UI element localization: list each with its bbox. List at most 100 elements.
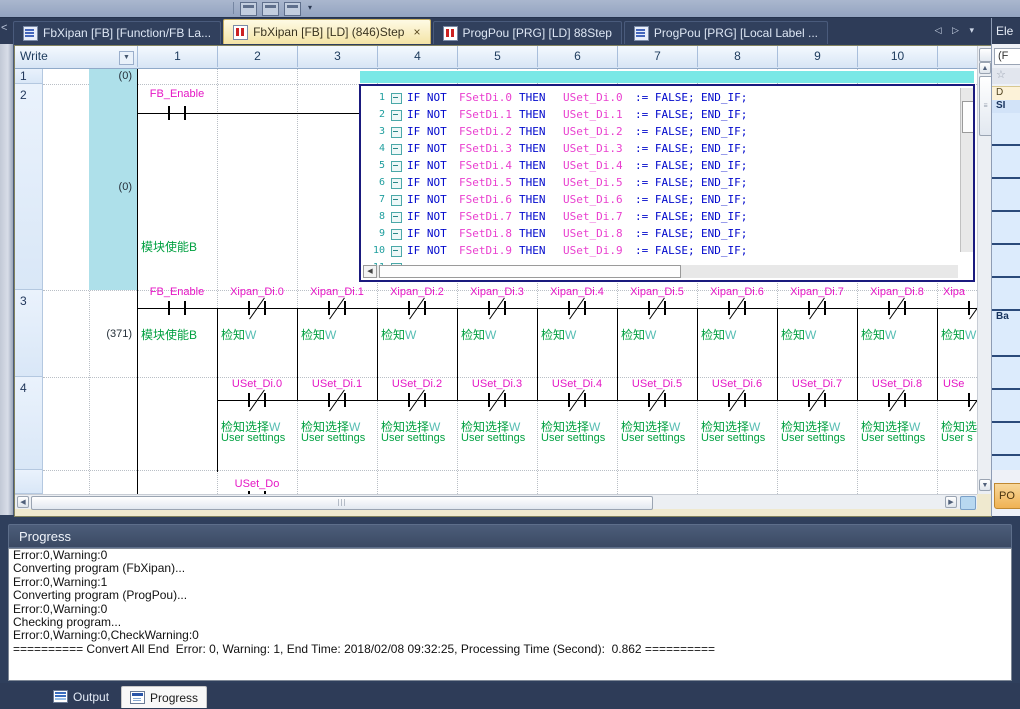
save-edit-icon[interactable] [284, 2, 301, 16]
st-code-line[interactable]: 4IF NOTFSetDi.3THENUSet_Di.3:= FALSE;END… [361, 141, 973, 158]
device-label[interactable]: FB_Enable [139, 88, 215, 100]
device-label[interactable]: USet_Do [219, 478, 295, 490]
device-label[interactable]: Xipan_Di.6 [699, 286, 775, 298]
device-label[interactable]: Xipan_Di.8 [859, 286, 935, 298]
st-keyword: END_IF; [701, 244, 747, 257]
row-number-cell[interactable]: 1 [15, 68, 43, 84]
st-assignment: := FALSE; [635, 159, 695, 172]
ladder-vertical-scrollbar[interactable]: ▲≡▼ [977, 46, 992, 494]
device-label[interactable]: Xipan_Di.5 [619, 286, 695, 298]
device-label[interactable]: USet_Di.1 [299, 378, 375, 390]
scroll-up-icon[interactable]: ▲ [979, 62, 991, 74]
device-label[interactable]: USet_Di.0 [219, 378, 295, 390]
st-code-line[interactable]: 1IF NOTFSetDi.0THENUSet_Di.0:= FALSE;END… [361, 90, 973, 107]
st-assignment: := FALSE; [635, 142, 695, 155]
document-tab[interactable]: FbXipan [FB] [Function/FB La... [13, 21, 221, 44]
st-fold-icon[interactable] [391, 127, 402, 138]
device-comment-text: 检知 [941, 328, 965, 342]
st-code-line[interactable]: 6IF NOTFSetDi.5THENUSet_Di.5:= FALSE;END… [361, 175, 973, 192]
st-keyword: THEN [519, 227, 546, 240]
device-label[interactable]: USet_Di.2 [379, 378, 455, 390]
device-label[interactable]: Xipan_Di.3 [459, 286, 535, 298]
element-list-rows[interactable] [992, 324, 1020, 470]
docked-panel-edge[interactable] [0, 44, 14, 515]
st-fold-icon[interactable] [391, 195, 402, 206]
st-code-line[interactable]: 7IF NOTFSetDi.6THENUSet_Di.6:= FALSE;END… [361, 192, 973, 209]
edit-mode-dropdown[interactable]: ▼ [119, 51, 134, 65]
st-code-line[interactable]: 9IF NOTFSetDi.8THENUSet_Di.8:= FALSE;END… [361, 226, 973, 243]
device-label[interactable]: USet_Di.5 [619, 378, 695, 390]
dock-tab-progress[interactable]: Progress [121, 686, 207, 708]
pane-splitter[interactable] [960, 496, 976, 510]
switch-window-icon[interactable] [262, 2, 279, 16]
st-code-line[interactable]: 5IF NOTFSetDi.4THENUSet_Di.4:= FALSE;END… [361, 158, 973, 175]
hscroll-thumb[interactable]: ||| [31, 496, 653, 510]
st-keyword: THEN [519, 159, 546, 172]
device-comment: 检知W [701, 326, 736, 343]
dock-tab-output[interactable]: Output [45, 686, 117, 707]
device-label[interactable]: USet_Di.8 [859, 378, 935, 390]
favorite-star-icon[interactable]: ☆ [992, 68, 1020, 84]
contact-bar [968, 393, 970, 407]
pou-list-tab[interactable]: PO [994, 483, 1020, 509]
scroll-down-icon[interactable]: ▼ [979, 479, 991, 491]
row-number-cell[interactable] [15, 470, 43, 494]
close-icon[interactable]: × [413, 25, 420, 39]
toolbar-overflow-icon[interactable]: ▾ [308, 3, 312, 12]
device-label[interactable]: USe [943, 378, 977, 390]
device-label[interactable]: FB_Enable [139, 286, 215, 298]
st-horizontal-scrollbar[interactable]: ◀ [363, 265, 958, 278]
contact-bar [168, 301, 170, 315]
dock-tab-label: Output [73, 690, 109, 704]
st-code-line[interactable]: 2IF NOTFSetDi.1THENUSet_Di.1:= FALSE;END… [361, 107, 973, 124]
st-fold-icon[interactable] [391, 246, 402, 257]
document-tab[interactable]: FbXipan [FB] [LD] (846)Step× [223, 19, 430, 44]
ladder-horizontal-scrollbar[interactable]: ◀||| ▶ [15, 494, 977, 509]
scroll-left-icon[interactable]: ◀ [363, 265, 377, 278]
row-number-cell[interactable]: 4 [15, 377, 43, 470]
step-number-cell: (0) [89, 84, 137, 290]
st-condition-variable: FSetDi.6 [459, 193, 512, 206]
st-vscroll-thumb[interactable] [962, 101, 975, 133]
device-label[interactable]: USet_Di.7 [779, 378, 855, 390]
device-label[interactable]: Xipan_Di.2 [379, 286, 455, 298]
device-label[interactable]: Xipan_Di.1 [299, 286, 375, 298]
property-window-icon[interactable] [240, 2, 257, 16]
progress-panel-titlebar[interactable]: Progress [8, 524, 1012, 548]
st-vertical-scrollbar[interactable] [960, 88, 974, 252]
scroll-left-icon[interactable]: ◀ [17, 496, 29, 508]
device-label[interactable]: Xipa [943, 286, 977, 298]
document-tab[interactable]: ProgPou [PRG] [LD] 88Step [433, 21, 622, 44]
st-fold-icon[interactable] [391, 161, 402, 172]
device-label[interactable]: Xipan_Di.0 [219, 286, 295, 298]
ladder-canvas[interactable]: 1(0)2(0)3(371)4FB_Enable模块使能B1IF NOTFSet… [15, 68, 977, 494]
device-label[interactable]: USet_Di.6 [699, 378, 775, 390]
st-fold-icon[interactable] [391, 110, 402, 121]
st-keyword: IF NOT [407, 193, 447, 206]
st-fold-icon[interactable] [391, 93, 402, 104]
st-keyword: IF NOT [407, 91, 447, 104]
st-code-line[interactable]: 10IF NOTFSetDi.9THENUSet_Di.9:= FALSE;EN… [361, 243, 973, 260]
row-number-cell[interactable]: 3 [15, 290, 43, 377]
contact-bar [248, 393, 250, 407]
scroll-right-icon[interactable]: ▶ [945, 496, 957, 508]
branch-wire [537, 308, 538, 400]
device-label[interactable]: USet_Di.3 [459, 378, 535, 390]
st-inline-editor[interactable]: 1IF NOTFSetDi.0THENUSet_Di.0:= FALSE;END… [359, 84, 975, 282]
st-code-line[interactable]: 3IF NOTFSetDi.2THENUSet_Di.2:= FALSE;END… [361, 124, 973, 141]
element-list-rows[interactable] [992, 113, 1020, 311]
st-fold-icon[interactable] [391, 144, 402, 155]
row-number-cell[interactable]: 2 [15, 84, 43, 290]
st-fold-icon[interactable] [391, 212, 402, 223]
element-search-input[interactable]: (F [994, 48, 1020, 65]
device-label[interactable]: Xipan_Di.7 [779, 286, 855, 298]
device-label[interactable]: USet_Di.4 [539, 378, 615, 390]
st-fold-icon[interactable] [391, 178, 402, 189]
st-code-line[interactable]: 8IF NOTFSetDi.7THENUSet_Di.7:= FALSE;END… [361, 209, 973, 226]
document-tab[interactable]: ProgPou [PRG] [Local Label ... [624, 21, 828, 44]
collapsed-panel-chevron-icon[interactable]: < [1, 22, 7, 34]
st-fold-icon[interactable] [391, 229, 402, 240]
st-hscroll-thumb[interactable] [379, 265, 681, 278]
tab-scroll-controls[interactable]: ◁ ▷ ▾ [935, 25, 978, 36]
device-label[interactable]: Xipan_Di.4 [539, 286, 615, 298]
